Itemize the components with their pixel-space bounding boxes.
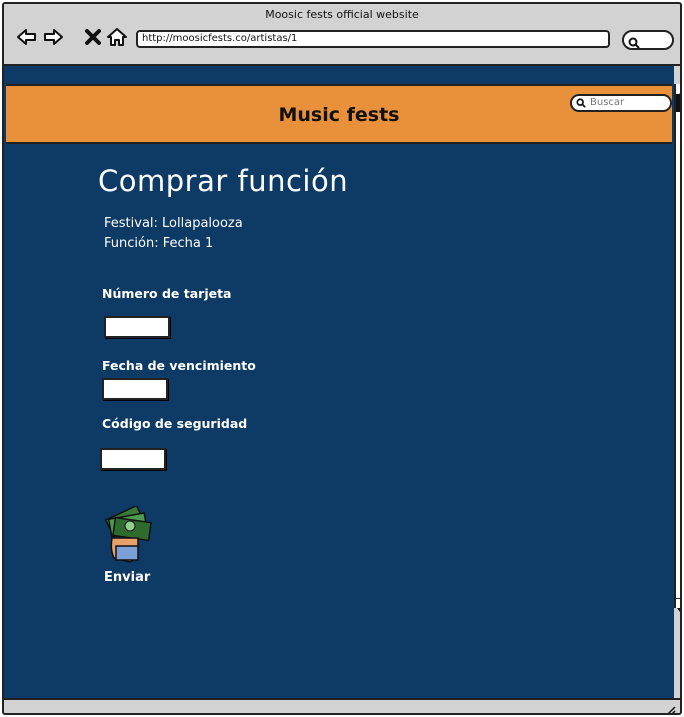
scrollbar-thumb[interactable]	[676, 94, 680, 112]
status-bar	[4, 698, 680, 713]
forward-icon[interactable]	[42, 26, 64, 48]
window-title: Moosic fests official website	[265, 8, 419, 21]
close-icon[interactable]	[82, 26, 104, 48]
home-icon[interactable]	[106, 26, 128, 48]
address-bar[interactable]: http://moosicfests.co/artistas/1	[136, 30, 610, 48]
site-search-input[interactable]: Buscar	[570, 94, 672, 112]
expiry-date-field[interactable]	[102, 378, 168, 400]
site-header: Music fests Buscar	[6, 84, 672, 144]
search-icon	[576, 98, 586, 108]
back-icon[interactable]	[16, 26, 38, 48]
scroll-down-icon[interactable]	[676, 598, 680, 612]
function-info: Función: Fecha 1	[104, 236, 214, 251]
festival-info: Festival: Lollapalooza	[104, 216, 243, 231]
resize-grip-icon[interactable]	[664, 702, 676, 713]
card-number-field[interactable]	[104, 316, 170, 338]
expiry-date-label: Fecha de vencimiento	[102, 358, 256, 373]
browser-titlebar: Moosic fests official website http://moo…	[4, 4, 680, 66]
page-title: Comprar función	[98, 164, 349, 198]
money-hand-icon[interactable]	[100, 504, 156, 566]
card-number-label: Número de tarjeta	[102, 286, 232, 301]
browser-search-field[interactable]	[622, 30, 674, 50]
submit-button[interactable]: Enviar	[104, 570, 150, 585]
search-icon	[628, 34, 640, 49]
security-code-label: Código de seguridad	[102, 416, 248, 431]
vertical-scrollbar[interactable]	[674, 84, 680, 612]
security-code-field[interactable]	[100, 448, 166, 470]
site-search-placeholder: Buscar	[590, 97, 625, 108]
scroll-up-icon[interactable]	[676, 84, 680, 97]
page-viewport: Music fests Buscar Comprar función Festi…	[4, 66, 674, 700]
browser-window: Moosic fests official website http://moo…	[2, 2, 682, 715]
